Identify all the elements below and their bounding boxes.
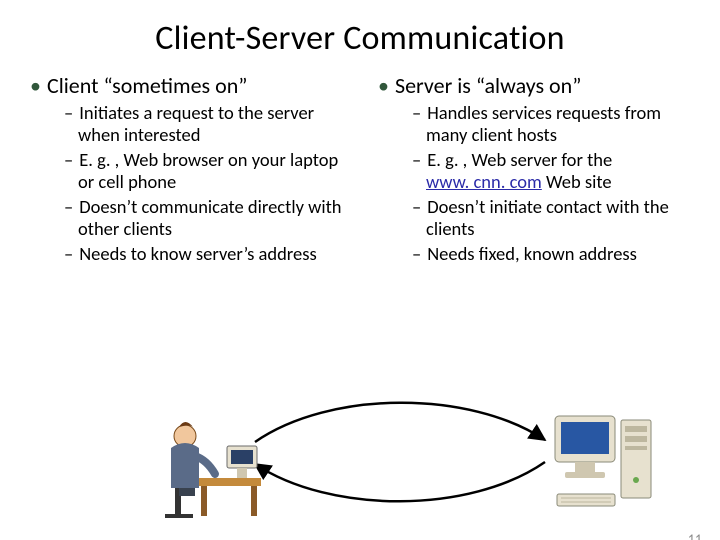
list-item: –Handles services requests from many cli… [412, 102, 694, 145]
dash-icon: – [412, 242, 421, 265]
dash-icon: – [412, 101, 421, 124]
cnn-link[interactable]: www. cnn. com [426, 170, 542, 193]
dash-icon: – [64, 148, 73, 171]
response-arrow-icon [255, 462, 545, 501]
right-column: •Server is “always on” –Handles services… [360, 67, 720, 268]
right-sublist: –Handles services requests from many cli… [412, 102, 700, 264]
columns: •Client “sometimes on” –Initiates a requ… [0, 67, 720, 268]
right-heading-text: Server is “always on” [395, 72, 581, 99]
list-item: –Initiates a request to the server when … [64, 102, 350, 145]
list-item: –Needs fixed, known address [412, 243, 694, 264]
diagram [0, 382, 720, 532]
list-item: –E. g. , Web browser on your laptop or c… [64, 149, 350, 192]
left-column: •Client “sometimes on” –Initiates a requ… [0, 67, 360, 268]
list-item: –Needs to know server’s address [64, 243, 350, 264]
list-item: –Doesn’t initiate contact with the clien… [412, 196, 694, 239]
list-item: –E. g. , Web server for the www. cnn. co… [412, 149, 694, 192]
request-arrow-icon [255, 403, 545, 442]
bullet-icon: • [378, 72, 389, 99]
dash-icon: – [64, 242, 73, 265]
person-at-desk-icon [165, 422, 261, 518]
list-item: –Doesn’t communicate directly with other… [64, 196, 350, 239]
right-heading: •Server is “always on” [378, 73, 700, 98]
left-heading: •Client “sometimes on” [30, 73, 356, 98]
dash-icon: – [64, 195, 73, 218]
dash-icon: – [412, 195, 421, 218]
page-number: 11 [688, 531, 702, 540]
left-sublist: –Initiates a request to the server when … [64, 102, 356, 264]
slide-title: Client-Server Communication [0, 18, 720, 59]
slide: Client-Server Communication •Client “som… [0, 18, 720, 540]
desktop-computer-icon [555, 416, 651, 506]
bullet-icon: • [30, 72, 41, 99]
dash-icon: – [412, 148, 421, 171]
left-heading-text: Client “sometimes on” [47, 72, 248, 99]
dash-icon: – [64, 101, 73, 124]
